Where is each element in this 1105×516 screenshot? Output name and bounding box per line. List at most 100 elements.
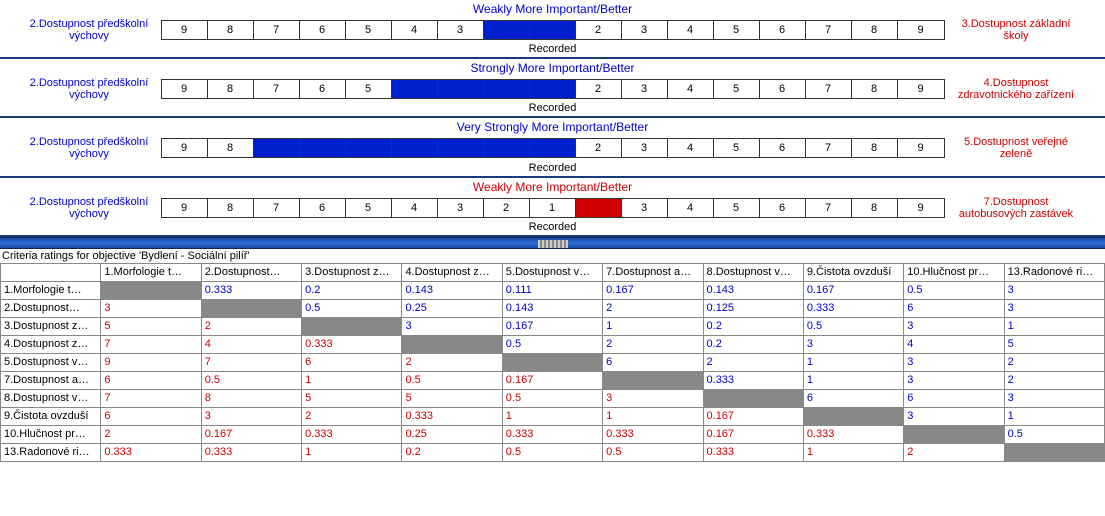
- matrix-col-header[interactable]: 2.Dostupnost…: [201, 263, 301, 281]
- matrix-cell[interactable]: 4: [201, 335, 301, 353]
- matrix-cell[interactable]: 2: [1004, 371, 1104, 389]
- matrix-cell[interactable]: [703, 389, 803, 407]
- scale-cell-right-4[interactable]: 4: [668, 80, 714, 98]
- scale-cell-right-3[interactable]: 3: [622, 80, 668, 98]
- matrix-row-header[interactable]: 4.Dostupnost z…: [1, 335, 101, 353]
- scale-cell-left-8[interactable]: 8: [208, 21, 254, 39]
- splitter-bar[interactable]: [0, 237, 1105, 249]
- matrix-cell[interactable]: 0.167: [803, 281, 903, 299]
- scale-cell-right-4[interactable]: 4: [668, 199, 714, 217]
- matrix-cell[interactable]: 1: [302, 371, 402, 389]
- matrix-cell[interactable]: 0.167: [703, 425, 803, 443]
- matrix-cell[interactable]: 3: [402, 317, 502, 335]
- matrix-row-header[interactable]: 9.Čistota ovzduší: [1, 407, 101, 425]
- scale-cell-right-3[interactable]: 3: [622, 21, 668, 39]
- matrix-cell[interactable]: 0.333: [201, 443, 301, 461]
- matrix-cell[interactable]: 2: [101, 425, 201, 443]
- matrix-cell[interactable]: 3: [603, 389, 703, 407]
- matrix-cell[interactable]: 2: [703, 353, 803, 371]
- matrix-row-header[interactable]: 7.Dostupnost a…: [1, 371, 101, 389]
- matrix-cell[interactable]: 5: [402, 389, 502, 407]
- scale-cell-right-2[interactable]: 2: [576, 21, 622, 39]
- matrix-cell[interactable]: 0.333: [402, 407, 502, 425]
- matrix-cell[interactable]: 8: [201, 389, 301, 407]
- matrix-cell[interactable]: 0.333: [703, 371, 803, 389]
- matrix-cell[interactable]: 5: [101, 317, 201, 335]
- scale-cell-left-7[interactable]: 7: [254, 21, 300, 39]
- scale-cell-right-7[interactable]: 7: [806, 21, 852, 39]
- matrix-cell[interactable]: 0.5: [201, 371, 301, 389]
- matrix-cell[interactable]: 6: [904, 389, 1004, 407]
- matrix-cell[interactable]: 3: [1004, 299, 1104, 317]
- scale-cell-left-3[interactable]: 3: [438, 199, 484, 217]
- matrix-cell[interactable]: 0.125: [703, 299, 803, 317]
- scale-cell-right-7[interactable]: 7: [806, 199, 852, 217]
- scale-cell-left-7[interactable]: 7: [254, 199, 300, 217]
- scale-cell-left-9[interactable]: 9: [162, 80, 208, 98]
- matrix-cell[interactable]: 0.333: [201, 281, 301, 299]
- matrix-cell[interactable]: [502, 353, 602, 371]
- scale-cell-left-1[interactable]: 1: [530, 80, 576, 98]
- comparison-scale[interactable]: 98765432123456789: [161, 79, 945, 99]
- matrix-cell[interactable]: [201, 299, 301, 317]
- scale-cell-left-4[interactable]: 4: [392, 21, 438, 39]
- matrix-cell[interactable]: 7: [201, 353, 301, 371]
- matrix-cell[interactable]: 0.167: [703, 407, 803, 425]
- matrix-cell[interactable]: 6: [101, 407, 201, 425]
- scale-cell-left-5[interactable]: 5: [346, 80, 392, 98]
- matrix-cell[interactable]: 0.5: [803, 317, 903, 335]
- scale-cell-left-6[interactable]: 6: [300, 21, 346, 39]
- matrix-col-header[interactable]: 9.Čistota ovzduší: [803, 263, 903, 281]
- scale-cell-right-5[interactable]: 5: [714, 21, 760, 39]
- comparison-scale[interactable]: 98765432123456789: [161, 20, 945, 40]
- matrix-col-header[interactable]: [1, 263, 101, 281]
- matrix-cell[interactable]: 0.143: [703, 281, 803, 299]
- splitter-grip[interactable]: [538, 240, 568, 248]
- scale-cell-left-8[interactable]: 8: [208, 139, 254, 157]
- scale-cell-left-4[interactable]: 4: [392, 199, 438, 217]
- scale-cell-right-4[interactable]: 4: [668, 21, 714, 39]
- scale-cell-left-5[interactable]: 5: [346, 21, 392, 39]
- scale-cell-right-4[interactable]: 4: [668, 139, 714, 157]
- matrix-cell[interactable]: 1: [502, 407, 602, 425]
- scale-cell-right-5[interactable]: 5: [714, 139, 760, 157]
- matrix-col-header[interactable]: 5.Dostupnost v…: [502, 263, 602, 281]
- matrix-cell[interactable]: 0.5: [502, 389, 602, 407]
- matrix-cell[interactable]: 3: [904, 353, 1004, 371]
- matrix-cell[interactable]: 0.143: [402, 281, 502, 299]
- scale-cell-left-9[interactable]: 9: [162, 139, 208, 157]
- matrix-cell[interactable]: 0.25: [402, 425, 502, 443]
- matrix-col-header[interactable]: 7.Dostupnost a…: [603, 263, 703, 281]
- scale-cell-right-9[interactable]: 9: [898, 21, 944, 39]
- matrix-cell[interactable]: 7: [101, 335, 201, 353]
- matrix-cell[interactable]: 3: [904, 407, 1004, 425]
- scale-cell-right-2[interactable]: 2: [576, 199, 622, 217]
- matrix-cell[interactable]: 0.333: [803, 299, 903, 317]
- scale-cell-right-8[interactable]: 8: [852, 199, 898, 217]
- matrix-cell[interactable]: 1: [302, 443, 402, 461]
- scale-cell-right-2[interactable]: 2: [576, 80, 622, 98]
- matrix-cell[interactable]: [1004, 443, 1104, 461]
- scale-cell-right-8[interactable]: 8: [852, 80, 898, 98]
- matrix-cell[interactable]: 2: [402, 353, 502, 371]
- matrix-cell[interactable]: 0.333: [302, 335, 402, 353]
- matrix-cell[interactable]: 5: [1004, 335, 1104, 353]
- scale-cell-left-7[interactable]: 7: [254, 139, 300, 157]
- matrix-row-header[interactable]: 2.Dostupnost…: [1, 299, 101, 317]
- matrix-cell[interactable]: 0.2: [703, 335, 803, 353]
- matrix-cell[interactable]: 0.167: [603, 281, 703, 299]
- matrix-cell[interactable]: 4: [904, 335, 1004, 353]
- matrix-cell[interactable]: 1: [803, 353, 903, 371]
- scale-cell-right-8[interactable]: 8: [852, 139, 898, 157]
- matrix-cell[interactable]: 3: [904, 317, 1004, 335]
- scale-cell-right-7[interactable]: 7: [806, 80, 852, 98]
- scale-cell-left-9[interactable]: 9: [162, 21, 208, 39]
- matrix-cell[interactable]: 3: [904, 371, 1004, 389]
- matrix-cell[interactable]: 1: [603, 407, 703, 425]
- matrix-cell[interactable]: 9: [101, 353, 201, 371]
- matrix-cell[interactable]: 6: [101, 371, 201, 389]
- matrix-col-header[interactable]: 13.Radonové ri…: [1004, 263, 1104, 281]
- matrix-cell[interactable]: 0.2: [302, 281, 402, 299]
- matrix-cell[interactable]: 3: [101, 299, 201, 317]
- matrix-cell[interactable]: 0.111: [502, 281, 602, 299]
